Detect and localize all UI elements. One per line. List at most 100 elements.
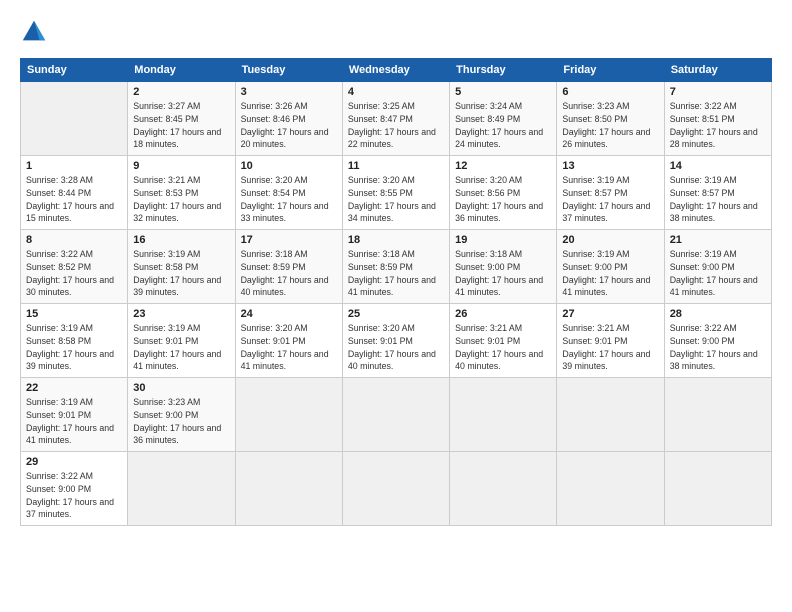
calendar-day-cell: 16 Sunrise: 3:19 AM Sunset: 8:58 PM Dayl… bbox=[128, 230, 235, 304]
day-number: 5 bbox=[455, 86, 551, 98]
calendar-day-cell: 28 Sunrise: 3:22 AM Sunset: 9:00 PM Dayl… bbox=[664, 304, 771, 378]
calendar-day-cell: 24 Sunrise: 3:20 AM Sunset: 9:01 PM Dayl… bbox=[235, 304, 342, 378]
col-wednesday: Wednesday bbox=[342, 59, 449, 82]
day-info: Sunrise: 3:25 AM Sunset: 8:47 PM Dayligh… bbox=[348, 100, 444, 151]
day-info: Sunrise: 3:20 AM Sunset: 9:01 PM Dayligh… bbox=[348, 322, 444, 373]
calendar-day-cell bbox=[128, 452, 235, 526]
calendar-day-cell bbox=[664, 378, 771, 452]
calendar-day-cell: 27 Sunrise: 3:21 AM Sunset: 9:01 PM Dayl… bbox=[557, 304, 664, 378]
page-header bbox=[20, 18, 772, 46]
calendar-day-cell: 14 Sunrise: 3:19 AM Sunset: 8:57 PM Dayl… bbox=[664, 156, 771, 230]
col-saturday: Saturday bbox=[664, 59, 771, 82]
calendar-week-row: 15 Sunrise: 3:19 AM Sunset: 8:58 PM Dayl… bbox=[21, 304, 772, 378]
day-number: 13 bbox=[562, 160, 658, 172]
calendar-day-cell: 9 Sunrise: 3:21 AM Sunset: 8:53 PM Dayli… bbox=[128, 156, 235, 230]
calendar-day-cell: 7 Sunrise: 3:22 AM Sunset: 8:51 PM Dayli… bbox=[664, 82, 771, 156]
day-number: 20 bbox=[562, 234, 658, 246]
calendar-day-cell bbox=[557, 378, 664, 452]
calendar-day-cell: 20 Sunrise: 3:19 AM Sunset: 9:00 PM Dayl… bbox=[557, 230, 664, 304]
day-number: 10 bbox=[241, 160, 337, 172]
day-number: 1 bbox=[26, 160, 122, 172]
calendar-day-cell bbox=[664, 452, 771, 526]
day-info: Sunrise: 3:21 AM Sunset: 9:01 PM Dayligh… bbox=[455, 322, 551, 373]
day-number: 24 bbox=[241, 308, 337, 320]
calendar-day-cell: 4 Sunrise: 3:25 AM Sunset: 8:47 PM Dayli… bbox=[342, 82, 449, 156]
calendar-day-cell bbox=[557, 452, 664, 526]
day-number: 9 bbox=[133, 160, 229, 172]
calendar-day-cell: 12 Sunrise: 3:20 AM Sunset: 8:56 PM Dayl… bbox=[450, 156, 557, 230]
col-thursday: Thursday bbox=[450, 59, 557, 82]
day-info: Sunrise: 3:19 AM Sunset: 8:58 PM Dayligh… bbox=[133, 248, 229, 299]
col-tuesday: Tuesday bbox=[235, 59, 342, 82]
day-number: 2 bbox=[133, 86, 229, 98]
day-info: Sunrise: 3:22 AM Sunset: 9:00 PM Dayligh… bbox=[670, 322, 766, 373]
calendar-week-row: 2 Sunrise: 3:27 AM Sunset: 8:45 PM Dayli… bbox=[21, 82, 772, 156]
day-info: Sunrise: 3:26 AM Sunset: 8:46 PM Dayligh… bbox=[241, 100, 337, 151]
day-info: Sunrise: 3:24 AM Sunset: 8:49 PM Dayligh… bbox=[455, 100, 551, 151]
day-info: Sunrise: 3:18 AM Sunset: 9:00 PM Dayligh… bbox=[455, 248, 551, 299]
day-number: 21 bbox=[670, 234, 766, 246]
day-info: Sunrise: 3:27 AM Sunset: 8:45 PM Dayligh… bbox=[133, 100, 229, 151]
calendar-day-cell: 21 Sunrise: 3:19 AM Sunset: 9:00 PM Dayl… bbox=[664, 230, 771, 304]
logo bbox=[20, 18, 52, 46]
day-number: 28 bbox=[670, 308, 766, 320]
day-info: Sunrise: 3:19 AM Sunset: 9:00 PM Dayligh… bbox=[562, 248, 658, 299]
day-number: 7 bbox=[670, 86, 766, 98]
day-info: Sunrise: 3:20 AM Sunset: 8:54 PM Dayligh… bbox=[241, 174, 337, 225]
day-info: Sunrise: 3:19 AM Sunset: 9:01 PM Dayligh… bbox=[133, 322, 229, 373]
calendar-day-cell bbox=[450, 452, 557, 526]
day-info: Sunrise: 3:18 AM Sunset: 8:59 PM Dayligh… bbox=[348, 248, 444, 299]
calendar-week-row: 22 Sunrise: 3:19 AM Sunset: 9:01 PM Dayl… bbox=[21, 378, 772, 452]
day-number: 27 bbox=[562, 308, 658, 320]
col-sunday: Sunday bbox=[21, 59, 128, 82]
calendar-day-cell bbox=[235, 452, 342, 526]
calendar-day-cell: 29 Sunrise: 3:22 AM Sunset: 9:00 PM Dayl… bbox=[21, 452, 128, 526]
day-info: Sunrise: 3:23 AM Sunset: 8:50 PM Dayligh… bbox=[562, 100, 658, 151]
calendar-day-cell: 10 Sunrise: 3:20 AM Sunset: 8:54 PM Dayl… bbox=[235, 156, 342, 230]
day-info: Sunrise: 3:20 AM Sunset: 8:56 PM Dayligh… bbox=[455, 174, 551, 225]
col-monday: Monday bbox=[128, 59, 235, 82]
calendar-day-cell: 11 Sunrise: 3:20 AM Sunset: 8:55 PM Dayl… bbox=[342, 156, 449, 230]
calendar-day-cell: 5 Sunrise: 3:24 AM Sunset: 8:49 PM Dayli… bbox=[450, 82, 557, 156]
day-number: 16 bbox=[133, 234, 229, 246]
calendar-day-cell: 26 Sunrise: 3:21 AM Sunset: 9:01 PM Dayl… bbox=[450, 304, 557, 378]
day-info: Sunrise: 3:22 AM Sunset: 8:51 PM Dayligh… bbox=[670, 100, 766, 151]
calendar-day-cell bbox=[450, 378, 557, 452]
day-info: Sunrise: 3:19 AM Sunset: 8:57 PM Dayligh… bbox=[562, 174, 658, 225]
calendar-day-cell: 6 Sunrise: 3:23 AM Sunset: 8:50 PM Dayli… bbox=[557, 82, 664, 156]
calendar-day-cell bbox=[21, 82, 128, 156]
day-info: Sunrise: 3:19 AM Sunset: 9:00 PM Dayligh… bbox=[670, 248, 766, 299]
calendar-day-cell: 19 Sunrise: 3:18 AM Sunset: 9:00 PM Dayl… bbox=[450, 230, 557, 304]
calendar-day-cell bbox=[235, 378, 342, 452]
day-number: 14 bbox=[670, 160, 766, 172]
logo-icon bbox=[20, 18, 48, 46]
day-number: 15 bbox=[26, 308, 122, 320]
day-info: Sunrise: 3:22 AM Sunset: 9:00 PM Dayligh… bbox=[26, 470, 122, 521]
calendar-day-cell: 1 Sunrise: 3:28 AM Sunset: 8:44 PM Dayli… bbox=[21, 156, 128, 230]
day-info: Sunrise: 3:20 AM Sunset: 9:01 PM Dayligh… bbox=[241, 322, 337, 373]
calendar-day-cell: 17 Sunrise: 3:18 AM Sunset: 8:59 PM Dayl… bbox=[235, 230, 342, 304]
day-number: 29 bbox=[26, 456, 122, 468]
weekday-header-row: Sunday Monday Tuesday Wednesday Thursday… bbox=[21, 59, 772, 82]
calendar-day-cell: 22 Sunrise: 3:19 AM Sunset: 9:01 PM Dayl… bbox=[21, 378, 128, 452]
day-info: Sunrise: 3:19 AM Sunset: 8:58 PM Dayligh… bbox=[26, 322, 122, 373]
col-friday: Friday bbox=[557, 59, 664, 82]
day-number: 19 bbox=[455, 234, 551, 246]
calendar-day-cell: 30 Sunrise: 3:23 AM Sunset: 9:00 PM Dayl… bbox=[128, 378, 235, 452]
calendar-week-row: 29 Sunrise: 3:22 AM Sunset: 9:00 PM Dayl… bbox=[21, 452, 772, 526]
calendar-day-cell: 18 Sunrise: 3:18 AM Sunset: 8:59 PM Dayl… bbox=[342, 230, 449, 304]
day-number: 30 bbox=[133, 382, 229, 394]
day-info: Sunrise: 3:22 AM Sunset: 8:52 PM Dayligh… bbox=[26, 248, 122, 299]
day-info: Sunrise: 3:28 AM Sunset: 8:44 PM Dayligh… bbox=[26, 174, 122, 225]
day-number: 8 bbox=[26, 234, 122, 246]
day-number: 26 bbox=[455, 308, 551, 320]
day-number: 25 bbox=[348, 308, 444, 320]
day-number: 4 bbox=[348, 86, 444, 98]
day-info: Sunrise: 3:20 AM Sunset: 8:55 PM Dayligh… bbox=[348, 174, 444, 225]
calendar-day-cell bbox=[342, 378, 449, 452]
calendar-day-cell: 25 Sunrise: 3:20 AM Sunset: 9:01 PM Dayl… bbox=[342, 304, 449, 378]
day-number: 6 bbox=[562, 86, 658, 98]
day-number: 11 bbox=[348, 160, 444, 172]
day-info: Sunrise: 3:19 AM Sunset: 9:01 PM Dayligh… bbox=[26, 396, 122, 447]
calendar-day-cell: 23 Sunrise: 3:19 AM Sunset: 9:01 PM Dayl… bbox=[128, 304, 235, 378]
